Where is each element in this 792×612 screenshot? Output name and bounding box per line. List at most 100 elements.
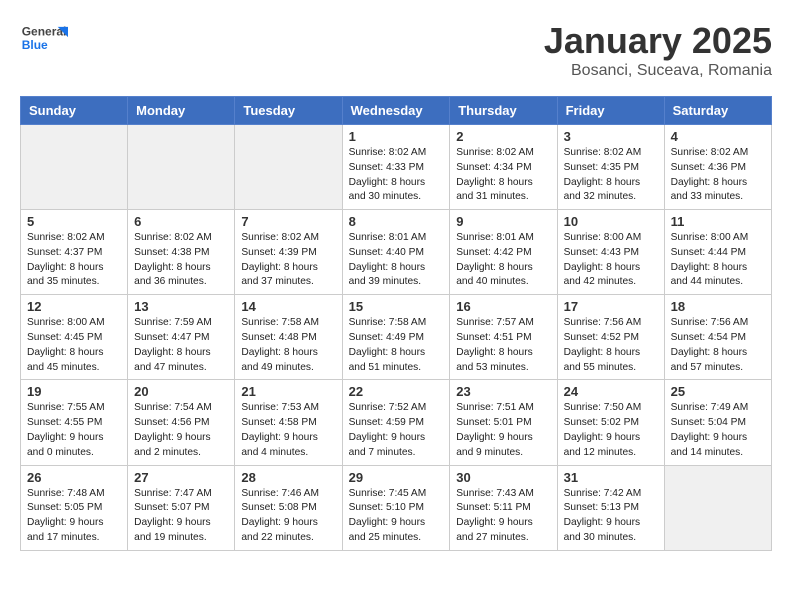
- day-number: 8: [349, 214, 444, 229]
- day-number: 2: [456, 129, 550, 144]
- day-info: Sunrise: 7:42 AM Sunset: 5:13 PM Dayligh…: [564, 487, 658, 546]
- calendar-cell: 22 Sunrise: 7:52 AM Sunset: 4:59 PM Dayli…: [342, 380, 450, 465]
- calendar-cell: 3Sunrise: 8:02 AM Sunset: 4:35 PM Daylig…: [557, 125, 664, 210]
- weekday-header-row: SundayMondayTuesdayWednesdayThursdayFrid…: [21, 97, 772, 125]
- day-info: Sunrise: 7:58 AM Sunset: 4:48 PM Dayligh…: [241, 316, 335, 375]
- calendar-cell: 4 Sunrise: 8:02 AM Sunset: 4:36 PM Daylig…: [664, 125, 771, 210]
- day-number: 24: [564, 384, 658, 399]
- day-info: Sunrise: 7:56 AM Sunset: 4:54 PM Dayligh…: [671, 316, 765, 375]
- title-block: January 2025 Bosanci, Suceava, Romania: [544, 20, 772, 80]
- calendar-cell: 10Sunrise: 8:00 AM Sunset: 4:43 PM Dayli…: [557, 210, 664, 295]
- day-number: 1: [349, 129, 444, 144]
- day-info: Sunrise: 7:54 AM Sunset: 4:56 PM Dayligh…: [134, 401, 228, 460]
- day-number: 4: [671, 129, 765, 144]
- calendar-cell: 1 Sunrise: 8:02 AM Sunset: 4:33 PM Daylig…: [342, 125, 450, 210]
- day-number: 31: [564, 470, 658, 485]
- day-info: Sunrise: 7:52 AM Sunset: 4:59 PM Dayligh…: [349, 401, 444, 460]
- calendar-cell: 18 Sunrise: 7:56 AM Sunset: 4:54 PM Dayli…: [664, 295, 771, 380]
- day-number: 12: [27, 299, 121, 314]
- weekday-header-friday: Friday: [557, 97, 664, 125]
- day-info: Sunrise: 7:51 AM Sunset: 5:01 PM Dayligh…: [456, 401, 550, 460]
- day-info: Sunrise: 7:43 AM Sunset: 5:11 PM Dayligh…: [456, 487, 550, 546]
- day-number: 29: [349, 470, 444, 485]
- calendar-cell: 31 Sunrise: 7:42 AM Sunset: 5:13 PM Dayli…: [557, 465, 664, 550]
- calendar-cell: 5Sunrise: 8:02 AM Sunset: 4:37 PM Daylig…: [21, 210, 128, 295]
- day-number: 30: [456, 470, 550, 485]
- calendar-cell: 8 Sunrise: 8:01 AM Sunset: 4:40 PM Daylig…: [342, 210, 450, 295]
- calendar-cell: 9 Sunrise: 8:01 AM Sunset: 4:42 PM Daylig…: [450, 210, 557, 295]
- calendar-cell: 23 Sunrise: 7:51 AM Sunset: 5:01 PM Dayli…: [450, 380, 557, 465]
- calendar-cell: 12 Sunrise: 8:00 AM Sunset: 4:45 PM Dayli…: [21, 295, 128, 380]
- calendar-cell: 16 Sunrise: 7:57 AM Sunset: 4:51 PM Dayli…: [450, 295, 557, 380]
- day-number: 18: [671, 299, 765, 314]
- calendar-cell: 13Sunrise: 7:59 AM Sunset: 4:47 PM Dayli…: [128, 295, 235, 380]
- calendar-cell: [664, 465, 771, 550]
- week-row-5: 26 Sunrise: 7:48 AM Sunset: 5:05 PM Dayli…: [21, 465, 772, 550]
- day-info: Sunrise: 7:56 AM Sunset: 4:52 PM Dayligh…: [564, 316, 658, 375]
- calendar-cell: 19Sunrise: 7:55 AM Sunset: 4:55 PM Dayli…: [21, 380, 128, 465]
- day-info: Sunrise: 8:02 AM Sunset: 4:36 PM Dayligh…: [671, 146, 765, 205]
- day-number: 20: [134, 384, 228, 399]
- day-number: 15: [349, 299, 444, 314]
- calendar-cell: 30 Sunrise: 7:43 AM Sunset: 5:11 PM Dayli…: [450, 465, 557, 550]
- calendar-cell: 7Sunrise: 8:02 AM Sunset: 4:39 PM Daylig…: [235, 210, 342, 295]
- day-number: 16: [456, 299, 550, 314]
- day-info: Sunrise: 8:00 AM Sunset: 4:45 PM Dayligh…: [27, 316, 121, 375]
- calendar-cell: 6 Sunrise: 8:02 AM Sunset: 4:38 PM Daylig…: [128, 210, 235, 295]
- day-number: 23: [456, 384, 550, 399]
- calendar-cell: 21 Sunrise: 7:53 AM Sunset: 4:58 PM Dayli…: [235, 380, 342, 465]
- day-number: 21: [241, 384, 335, 399]
- day-info: Sunrise: 7:49 AM Sunset: 5:04 PM Dayligh…: [671, 401, 765, 460]
- day-number: 11: [671, 214, 765, 229]
- day-info: Sunrise: 7:57 AM Sunset: 4:51 PM Dayligh…: [456, 316, 550, 375]
- calendar-cell: 24Sunrise: 7:50 AM Sunset: 5:02 PM Dayli…: [557, 380, 664, 465]
- weekday-header-tuesday: Tuesday: [235, 97, 342, 125]
- weekday-header-saturday: Saturday: [664, 97, 771, 125]
- day-number: 27: [134, 470, 228, 485]
- logo: General Blue: [20, 20, 68, 56]
- calendar-cell: 26 Sunrise: 7:48 AM Sunset: 5:05 PM Dayli…: [21, 465, 128, 550]
- day-info: Sunrise: 8:02 AM Sunset: 4:37 PM Dayligh…: [27, 231, 121, 290]
- weekday-header-thursday: Thursday: [450, 97, 557, 125]
- day-info: Sunrise: 8:02 AM Sunset: 4:38 PM Dayligh…: [134, 231, 228, 290]
- calendar-cell: 11Sunrise: 8:00 AM Sunset: 4:44 PM Dayli…: [664, 210, 771, 295]
- weekday-header-monday: Monday: [128, 97, 235, 125]
- day-info: Sunrise: 7:45 AM Sunset: 5:10 PM Dayligh…: [349, 487, 444, 546]
- day-number: 26: [27, 470, 121, 485]
- weekday-header-wednesday: Wednesday: [342, 97, 450, 125]
- day-number: 25: [671, 384, 765, 399]
- week-row-4: 19Sunrise: 7:55 AM Sunset: 4:55 PM Dayli…: [21, 380, 772, 465]
- day-info: Sunrise: 8:00 AM Sunset: 4:43 PM Dayligh…: [564, 231, 658, 290]
- calendar-cell: [21, 125, 128, 210]
- calendar-table: SundayMondayTuesdayWednesdayThursdayFrid…: [20, 96, 772, 551]
- day-info: Sunrise: 7:53 AM Sunset: 4:58 PM Dayligh…: [241, 401, 335, 460]
- day-info: Sunrise: 7:55 AM Sunset: 4:55 PM Dayligh…: [27, 401, 121, 460]
- location: Bosanci, Suceava, Romania: [544, 62, 772, 80]
- week-row-3: 12 Sunrise: 8:00 AM Sunset: 4:45 PM Dayli…: [21, 295, 772, 380]
- svg-text:Blue: Blue: [22, 38, 48, 52]
- day-number: 22: [349, 384, 444, 399]
- day-info: Sunrise: 8:02 AM Sunset: 4:33 PM Dayligh…: [349, 146, 444, 205]
- day-info: Sunrise: 7:59 AM Sunset: 4:47 PM Dayligh…: [134, 316, 228, 375]
- calendar-cell: 29 Sunrise: 7:45 AM Sunset: 5:10 PM Dayli…: [342, 465, 450, 550]
- calendar-cell: 25 Sunrise: 7:49 AM Sunset: 5:04 PM Dayli…: [664, 380, 771, 465]
- day-info: Sunrise: 8:02 AM Sunset: 4:34 PM Dayligh…: [456, 146, 550, 205]
- day-info: Sunrise: 8:01 AM Sunset: 4:42 PM Dayligh…: [456, 231, 550, 290]
- calendar-cell: 17 Sunrise: 7:56 AM Sunset: 4:52 PM Dayli…: [557, 295, 664, 380]
- day-number: 3: [564, 129, 658, 144]
- day-number: 14: [241, 299, 335, 314]
- day-info: Sunrise: 7:46 AM Sunset: 5:08 PM Dayligh…: [241, 487, 335, 546]
- calendar-cell: 2 Sunrise: 8:02 AM Sunset: 4:34 PM Daylig…: [450, 125, 557, 210]
- calendar-cell: 27Sunrise: 7:47 AM Sunset: 5:07 PM Dayli…: [128, 465, 235, 550]
- calendar-cell: [128, 125, 235, 210]
- calendar-cell: 28Sunrise: 7:46 AM Sunset: 5:08 PM Dayli…: [235, 465, 342, 550]
- day-number: 6: [134, 214, 228, 229]
- day-info: Sunrise: 7:58 AM Sunset: 4:49 PM Dayligh…: [349, 316, 444, 375]
- month-title: January 2025: [544, 20, 772, 62]
- day-info: Sunrise: 8:01 AM Sunset: 4:40 PM Dayligh…: [349, 231, 444, 290]
- week-row-2: 5Sunrise: 8:02 AM Sunset: 4:37 PM Daylig…: [21, 210, 772, 295]
- day-number: 7: [241, 214, 335, 229]
- day-info: Sunrise: 7:48 AM Sunset: 5:05 PM Dayligh…: [27, 487, 121, 546]
- day-number: 17: [564, 299, 658, 314]
- day-number: 9: [456, 214, 550, 229]
